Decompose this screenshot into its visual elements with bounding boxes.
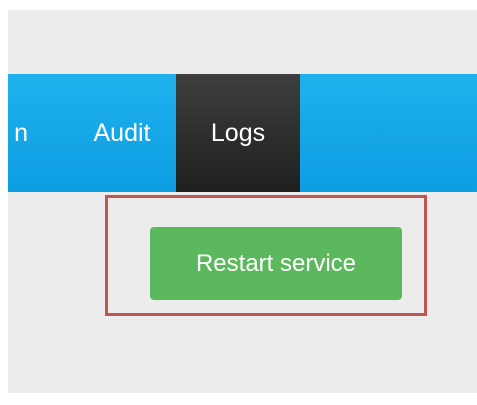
- nav-item-audit[interactable]: Audit: [72, 74, 172, 192]
- nav-item-truncated[interactable]: n: [0, 74, 28, 192]
- nav-item-truncated-label: n: [14, 118, 28, 147]
- restart-service-button[interactable]: Restart service: [150, 227, 402, 300]
- restart-service-label: Restart service: [195, 249, 357, 277]
- nav-item-logs-label: Logs: [210, 118, 266, 147]
- nav-item-logs[interactable]: Logs: [176, 74, 300, 192]
- top-navbar: n Audit Logs: [8, 74, 477, 192]
- nav-item-audit-label: Audit: [93, 118, 151, 147]
